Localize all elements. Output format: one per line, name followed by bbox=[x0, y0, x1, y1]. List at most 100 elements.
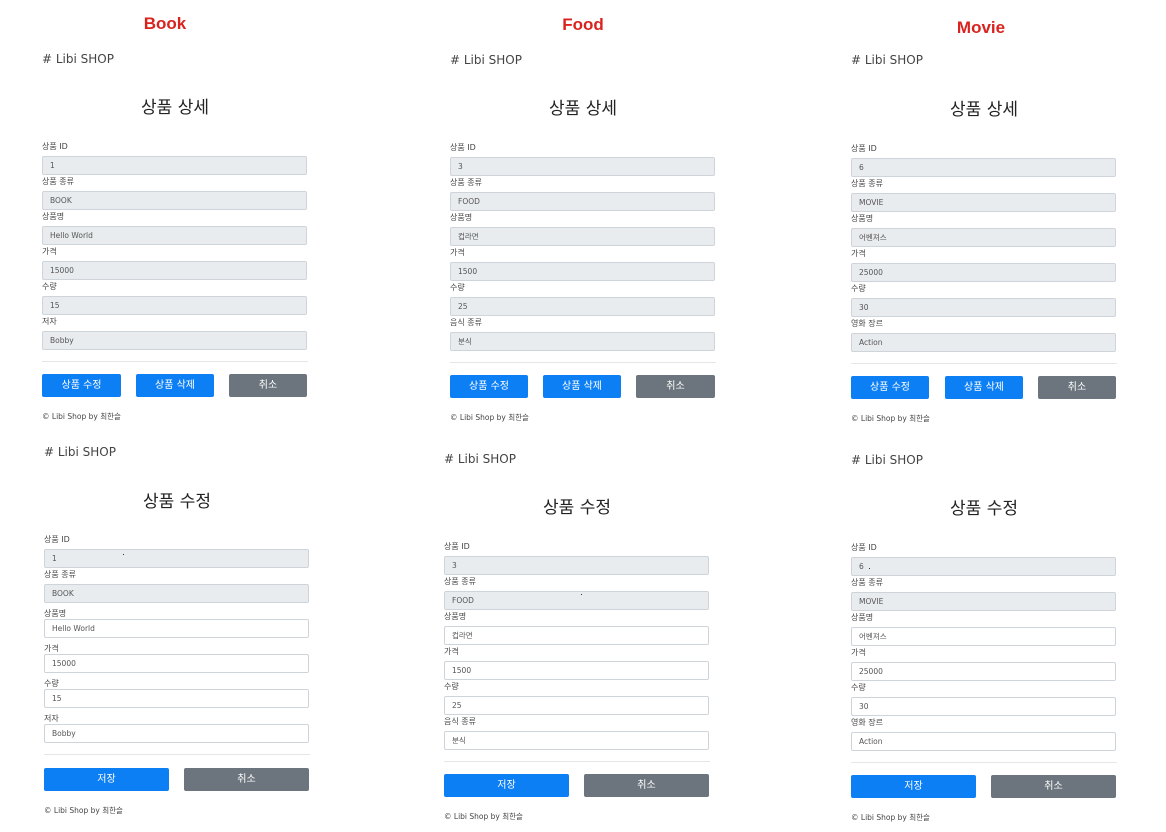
product-type-label: 상품 종류 bbox=[450, 178, 482, 187]
edit-product-button[interactable]: 상품 수정 bbox=[42, 374, 121, 397]
divider bbox=[444, 761, 710, 762]
product-type-field[interactable]: FOOD bbox=[444, 591, 709, 610]
product-id-label: 상품 ID bbox=[44, 535, 70, 544]
book-edit-panel: # Libi SHOP 상품 수정 상품 ID 1 상품 종류 BOOK 상품명… bbox=[44, 443, 310, 823]
column-title-movie: Movie bbox=[956, 18, 1006, 37]
product-id-field[interactable]: 6 bbox=[851, 557, 1116, 576]
food-type-label: 음식 종류 bbox=[450, 318, 482, 327]
brand-link[interactable]: # Libi SHOP bbox=[851, 453, 923, 467]
cancel-button[interactable]: 취소 bbox=[229, 374, 307, 397]
product-name-label: 상품명 bbox=[851, 214, 874, 223]
quantity-label: 수량 bbox=[444, 682, 459, 691]
product-type-field[interactable]: MOVIE bbox=[851, 592, 1116, 611]
column-title-book: Book bbox=[143, 14, 187, 33]
price-field[interactable]: 25000 bbox=[851, 263, 1116, 282]
genre-label: 영화 장르 bbox=[851, 718, 883, 727]
footer-text: © Libi Shop by 최한슬 bbox=[42, 412, 121, 421]
product-type-field[interactable]: MOVIE bbox=[851, 193, 1116, 212]
cancel-button[interactable]: 취소 bbox=[636, 375, 715, 398]
food-detail-panel: # Libi SHOP 상품 상세 상품 ID 3 상품 종류 FOOD 상품명… bbox=[450, 51, 716, 426]
product-name-input[interactable]: 컵라면 bbox=[444, 626, 709, 645]
genre-field[interactable]: Action bbox=[851, 333, 1116, 352]
footer-text: © Libi Shop by 최한슬 bbox=[44, 806, 123, 815]
page-title: 상품 상세 bbox=[141, 98, 209, 118]
page-title: 상품 상세 bbox=[950, 100, 1018, 120]
product-type-field[interactable]: BOOK bbox=[42, 191, 307, 210]
product-name-field[interactable]: 어벤져스 bbox=[851, 228, 1116, 247]
product-type-field[interactable]: BOOK bbox=[44, 584, 309, 603]
delete-product-button[interactable]: 상품 삭제 bbox=[945, 376, 1023, 399]
divider bbox=[851, 762, 1117, 763]
product-id-label: 상품 ID bbox=[851, 543, 877, 552]
author-input[interactable]: Bobby bbox=[44, 724, 309, 743]
column-title-food: Food bbox=[562, 15, 604, 34]
price-label: 가격 bbox=[42, 247, 57, 256]
quantity-input[interactable]: 25 bbox=[444, 696, 709, 715]
page-title: 상품 수정 bbox=[143, 492, 211, 512]
product-id-field[interactable]: 3 bbox=[444, 556, 709, 575]
save-button[interactable]: 저장 bbox=[444, 774, 569, 797]
brand-link[interactable]: # Libi SHOP bbox=[42, 52, 114, 66]
product-name-field[interactable]: Hello World bbox=[42, 226, 307, 245]
product-name-label: 상품명 bbox=[851, 613, 874, 622]
product-type-label: 상품 종류 bbox=[851, 578, 883, 587]
price-field[interactable]: 15000 bbox=[42, 261, 307, 280]
quantity-field[interactable]: 30 bbox=[851, 298, 1116, 317]
product-type-label: 상품 종류 bbox=[444, 577, 476, 586]
price-field[interactable]: 1500 bbox=[450, 262, 715, 281]
price-input[interactable]: 1500 bbox=[444, 661, 709, 680]
cancel-button[interactable]: 취소 bbox=[1038, 376, 1116, 399]
food-edit-panel: # Libi SHOP 상품 수정 상품 ID 3 상품 종류 FOOD 상품명… bbox=[444, 450, 710, 825]
brand-link[interactable]: # Libi SHOP bbox=[851, 53, 923, 67]
save-button[interactable]: 저장 bbox=[851, 775, 976, 798]
brand-link[interactable]: # Libi SHOP bbox=[450, 53, 522, 67]
page-title: 상품 상세 bbox=[549, 99, 617, 119]
quantity-field[interactable]: 15 bbox=[42, 296, 307, 315]
product-id-field[interactable]: 3 bbox=[450, 157, 715, 176]
cancel-button[interactable]: 취소 bbox=[184, 768, 309, 791]
delete-product-button[interactable]: 상품 삭제 bbox=[543, 375, 621, 398]
product-id-field[interactable]: 6 bbox=[851, 158, 1116, 177]
price-label: 가격 bbox=[44, 644, 59, 653]
product-name-input[interactable]: 어벤져스 bbox=[851, 627, 1116, 646]
edit-product-button[interactable]: 상품 수정 bbox=[851, 376, 929, 399]
brand-link[interactable]: # Libi SHOP bbox=[44, 445, 116, 459]
product-type-field[interactable]: FOOD bbox=[450, 192, 715, 211]
genre-input[interactable]: Action bbox=[851, 732, 1116, 751]
product-id-label: 상품 ID bbox=[851, 144, 877, 153]
price-input[interactable]: 25000 bbox=[851, 662, 1116, 681]
product-name-input[interactable]: Hello World bbox=[44, 619, 309, 638]
product-id-field[interactable]: 1 bbox=[42, 156, 307, 175]
edit-product-button[interactable]: 상품 수정 bbox=[450, 375, 528, 398]
product-id-label: 상품 ID bbox=[450, 143, 476, 152]
product-id-field[interactable]: 1 bbox=[44, 549, 309, 568]
quantity-input[interactable]: 30 bbox=[851, 697, 1116, 716]
product-id-label: 상품 ID bbox=[42, 142, 68, 151]
quantity-input[interactable]: 15 bbox=[44, 689, 309, 708]
food-type-input[interactable]: 분식 bbox=[444, 731, 709, 750]
product-name-field[interactable]: 컵라면 bbox=[450, 227, 715, 246]
quantity-label: 수량 bbox=[851, 284, 866, 293]
divider bbox=[44, 754, 310, 755]
cursor-dot bbox=[869, 568, 870, 569]
brand-link[interactable]: # Libi SHOP bbox=[444, 452, 516, 466]
quantity-label: 수량 bbox=[44, 679, 59, 688]
page-title: 상품 수정 bbox=[950, 499, 1018, 519]
product-name-label: 상품명 bbox=[444, 612, 467, 621]
cancel-button[interactable]: 취소 bbox=[991, 775, 1116, 798]
cursor-dot bbox=[581, 594, 582, 595]
price-input[interactable]: 15000 bbox=[44, 654, 309, 673]
product-name-label: 상품명 bbox=[450, 213, 473, 222]
product-type-label: 상품 종류 bbox=[851, 179, 883, 188]
delete-product-button[interactable]: 상품 삭제 bbox=[136, 374, 214, 397]
quantity-field[interactable]: 25 bbox=[450, 297, 715, 316]
product-name-label: 상품명 bbox=[44, 609, 67, 618]
food-type-field[interactable]: 분식 bbox=[450, 332, 715, 351]
genre-label: 영화 장르 bbox=[851, 319, 883, 328]
divider bbox=[450, 362, 716, 363]
divider bbox=[42, 361, 308, 362]
author-field[interactable]: Bobby bbox=[42, 331, 307, 350]
cancel-button[interactable]: 취소 bbox=[584, 774, 709, 797]
food-type-label: 음식 종류 bbox=[444, 717, 476, 726]
save-button[interactable]: 저장 bbox=[44, 768, 169, 791]
